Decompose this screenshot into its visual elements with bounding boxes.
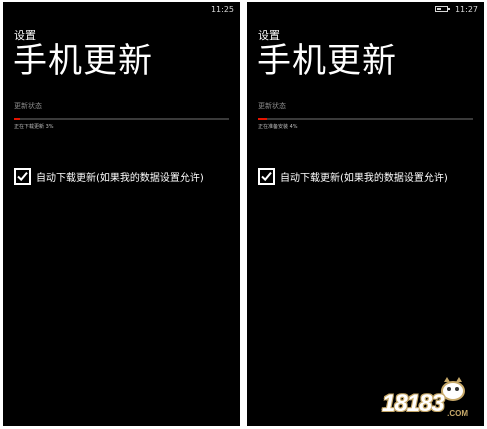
update-progress-bar [14,118,229,120]
auto-download-option[interactable]: 自动下载更新(如果我的数据设置允许) [258,168,448,185]
page-title: 手机更新 [257,41,397,81]
update-progress-fill [258,118,267,120]
auto-download-label[interactable]: 自动下载更新(如果我的数据设置允许) [280,169,448,184]
watermark-text: 18183 [382,390,445,417]
update-progress-fill [14,118,21,120]
update-progress-text: 正在准备安装 4% [258,124,298,130]
update-progress-bar [258,118,473,120]
auto-download-option[interactable]: 自动下载更新(如果我的数据设置允许) [14,168,204,185]
phone-screen-left: 11:25 设置 手机更新 更新状态 正在下载更新 3% 自动下载更新(如果我的… [3,2,240,426]
clock: 11:27 [454,5,478,14]
update-status-label: 更新状态 [258,102,286,110]
update-progress-text: 正在下载更新 3% [14,124,54,130]
checkmark-icon [17,171,28,182]
auto-download-label[interactable]: 自动下载更新(如果我的数据设置允许) [36,169,204,184]
watermark-suffix: .COM [447,409,468,418]
site-watermark: 18183 .COM [372,376,470,418]
auto-download-checkbox[interactable] [258,168,275,185]
update-status-label: 更新状态 [14,102,42,110]
auto-download-checkbox[interactable] [14,168,31,185]
checkmark-icon [261,171,272,182]
status-bar: 11:27 [247,2,484,18]
clock: 11:25 [210,5,234,14]
status-bar: 11:25 [3,2,240,18]
page-title: 手机更新 [13,41,153,81]
battery-icon [435,6,450,12]
phone-screen-right: 11:27 设置 手机更新 更新状态 正在准备安装 4% 自动下载更新(如果我的… [247,2,484,426]
